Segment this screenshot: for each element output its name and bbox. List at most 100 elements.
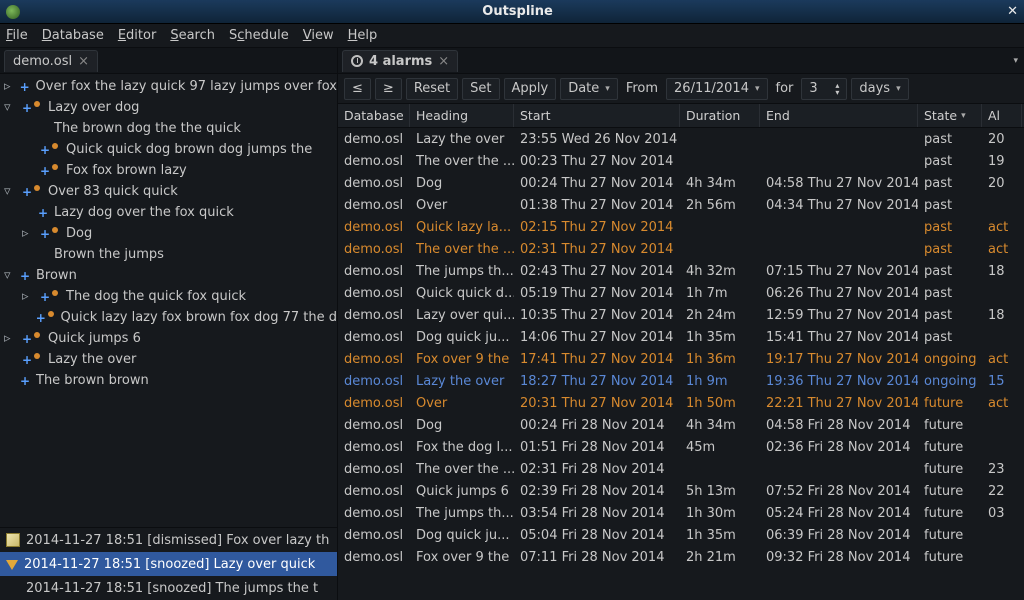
menu-editor[interactable]: Editor — [118, 28, 156, 43]
table-row[interactable]: demo.oslQuick lazy la...02:15 Thu 27 Nov… — [338, 216, 1024, 238]
table-row[interactable]: demo.oslDog00:24 Fri 28 Nov 20144h 34m04… — [338, 414, 1024, 436]
cell-dur: 4h 32m — [680, 260, 760, 282]
table-row[interactable]: demo.oslThe over the ...00:23 Thu 27 Nov… — [338, 150, 1024, 172]
expand-icon[interactable]: ▹ — [4, 331, 16, 346]
menu-search[interactable]: Search — [170, 28, 215, 43]
cell-al: act — [982, 238, 1022, 260]
tree-item[interactable]: ▿+Brown — [0, 265, 337, 286]
cell-db: demo.osl — [338, 172, 410, 194]
apply-button[interactable]: Apply — [504, 78, 557, 100]
alarm-log[interactable]: 2014-11-27 18:51 [dismissed] Fox over la… — [0, 527, 337, 600]
table-row[interactable]: demo.oslLazy the over18:27 Thu 27 Nov 20… — [338, 370, 1024, 392]
cell-head: The over the ... — [410, 238, 514, 260]
menu-schedule[interactable]: Schedule — [229, 28, 289, 43]
cell-state: past — [918, 194, 982, 216]
tree-item[interactable]: +Quick lazy lazy fox brown fox dog 77 th… — [0, 307, 337, 328]
table-row[interactable]: demo.oslDog quick ju...14:06 Thu 27 Nov … — [338, 326, 1024, 348]
plus-bullet-icon: + — [36, 164, 62, 178]
menu-file[interactable]: File — [6, 28, 28, 43]
table-row[interactable]: demo.oslOver01:38 Thu 27 Nov 20142h 56m0… — [338, 194, 1024, 216]
cell-db: demo.osl — [338, 458, 410, 480]
table-row[interactable]: demo.oslQuick quick d...05:19 Thu 27 Nov… — [338, 282, 1024, 304]
menubar: File Database Editor Search Schedule Vie… — [0, 24, 1024, 48]
cell-head: Fox over 9 the — [410, 348, 514, 370]
cell-dur: 2h 21m — [680, 546, 760, 568]
cell-dur: 1h 35m — [680, 326, 760, 348]
cell-al — [982, 414, 1022, 436]
cell-start: 10:35 Thu 27 Nov 2014 — [514, 304, 680, 326]
count-spinner[interactable]: 3▴▾ — [801, 78, 847, 100]
col-start[interactable]: Start — [514, 104, 680, 127]
table-row[interactable]: demo.oslFox over 9 the07:11 Fri 28 Nov 2… — [338, 546, 1024, 568]
table-row[interactable]: demo.oslThe jumps th...02:43 Thu 27 Nov … — [338, 260, 1024, 282]
table-row[interactable]: demo.oslDog quick ju...05:04 Fri 28 Nov … — [338, 524, 1024, 546]
tree-item[interactable]: +Fox fox brown lazy — [0, 160, 337, 181]
cell-dur: 2h 56m — [680, 194, 760, 216]
tab-overflow-icon[interactable]: ▾ — [1013, 56, 1018, 66]
close-icon[interactable]: × — [438, 54, 449, 69]
tree-item[interactable]: ▹+Over fox the lazy quick 97 lazy jumps … — [0, 76, 337, 97]
tree-item[interactable]: ▿+Lazy over dog — [0, 97, 337, 118]
log-row[interactable]: 2014-11-27 18:51 [dismissed] Fox over la… — [0, 528, 337, 552]
set-button[interactable]: Set — [462, 78, 499, 100]
close-button[interactable]: ✕ — [1007, 4, 1018, 19]
plus-bullet-icon: + — [33, 311, 56, 325]
table-row[interactable]: demo.oslQuick jumps 602:39 Fri 28 Nov 20… — [338, 480, 1024, 502]
unit-select[interactable]: days▾ — [851, 78, 908, 100]
menu-database[interactable]: Database — [42, 28, 104, 43]
tree-item[interactable]: +Lazy the over — [0, 349, 337, 370]
expand-icon[interactable]: ▿ — [4, 100, 16, 115]
tab-alarms[interactable]: 4 alarms × — [342, 50, 458, 72]
tree-item[interactable]: ▹+Dog — [0, 223, 337, 244]
tree-item[interactable]: Brown the jumps — [0, 244, 337, 265]
tree-item[interactable]: The brown dog the the quick — [0, 118, 337, 139]
table-row[interactable]: demo.oslDog00:24 Thu 27 Nov 20144h 34m04… — [338, 172, 1024, 194]
expand-icon[interactable]: ▹ — [22, 289, 34, 304]
cell-db: demo.osl — [338, 194, 410, 216]
table-row[interactable]: demo.oslFox the dog l...01:51 Fri 28 Nov… — [338, 436, 1024, 458]
col-end[interactable]: End — [760, 104, 918, 127]
col-state[interactable]: State▾ — [918, 104, 982, 127]
table-row[interactable]: demo.oslThe jumps th...03:54 Fri 28 Nov … — [338, 502, 1024, 524]
table-row[interactable]: demo.oslLazy the over23:55 Wed 26 Nov 20… — [338, 128, 1024, 150]
table-row[interactable]: demo.oslThe over the ...02:31 Thu 27 Nov… — [338, 238, 1024, 260]
table-row[interactable]: demo.oslLazy over qui...10:35 Thu 27 Nov… — [338, 304, 1024, 326]
reset-button[interactable]: Reset — [406, 78, 458, 100]
tree-item[interactable]: +The brown brown — [0, 370, 337, 391]
cell-state: ongoing — [918, 348, 982, 370]
tree-item[interactable]: +Quick quick dog brown dog jumps the — [0, 139, 337, 160]
tab-demo-osl[interactable]: demo.osl × — [4, 50, 98, 72]
tree-item[interactable]: ▹+The dog the quick fox quick — [0, 286, 337, 307]
table-row[interactable]: demo.oslThe over the ...02:31 Fri 28 Nov… — [338, 458, 1024, 480]
cell-db: demo.osl — [338, 414, 410, 436]
prev-button[interactable]: ≤ — [344, 78, 371, 100]
expand-icon[interactable]: ▿ — [4, 184, 16, 199]
col-alarm[interactable]: Al — [982, 104, 1022, 127]
sort-select[interactable]: Date▾ — [560, 78, 618, 100]
log-text: 2014-11-27 18:51 [snoozed] Lazy over qui… — [24, 557, 315, 572]
table-row[interactable]: demo.oslFox over 9 the17:41 Thu 27 Nov 2… — [338, 348, 1024, 370]
cell-al: 23 — [982, 458, 1022, 480]
expand-icon[interactable]: ▹ — [4, 79, 16, 94]
tree-item[interactable]: ▹+Quick jumps 6 — [0, 328, 337, 349]
col-duration[interactable]: Duration — [680, 104, 760, 127]
date-select[interactable]: 26/11/2014▾ — [666, 78, 767, 100]
schedule-grid[interactable]: demo.oslLazy the over23:55 Wed 26 Nov 20… — [338, 128, 1024, 600]
col-heading[interactable]: Heading — [410, 104, 514, 127]
menu-view[interactable]: View — [303, 28, 334, 43]
tree-item-label: Brown — [36, 268, 77, 283]
expand-icon[interactable]: ▹ — [22, 226, 34, 241]
cell-start: 00:23 Thu 27 Nov 2014 — [514, 150, 680, 172]
menu-help[interactable]: Help — [348, 28, 378, 43]
tree-item[interactable]: ▿+Over 83 quick quick — [0, 181, 337, 202]
log-row[interactable]: 2014-11-27 18:51 [snoozed] The jumps the… — [0, 576, 337, 600]
log-row[interactable]: 2014-11-27 18:51 [snoozed] Lazy over qui… — [0, 552, 337, 576]
next-button[interactable]: ≥ — [375, 78, 402, 100]
cell-al — [982, 524, 1022, 546]
outline-tree[interactable]: ▹+Over fox the lazy quick 97 lazy jumps … — [0, 74, 337, 527]
table-row[interactable]: demo.oslOver20:31 Thu 27 Nov 20141h 50m2… — [338, 392, 1024, 414]
tree-item[interactable]: +Lazy dog over the fox quick — [0, 202, 337, 223]
col-database[interactable]: Database — [338, 104, 410, 127]
close-icon[interactable]: × — [78, 54, 89, 69]
expand-icon[interactable]: ▿ — [4, 268, 16, 283]
